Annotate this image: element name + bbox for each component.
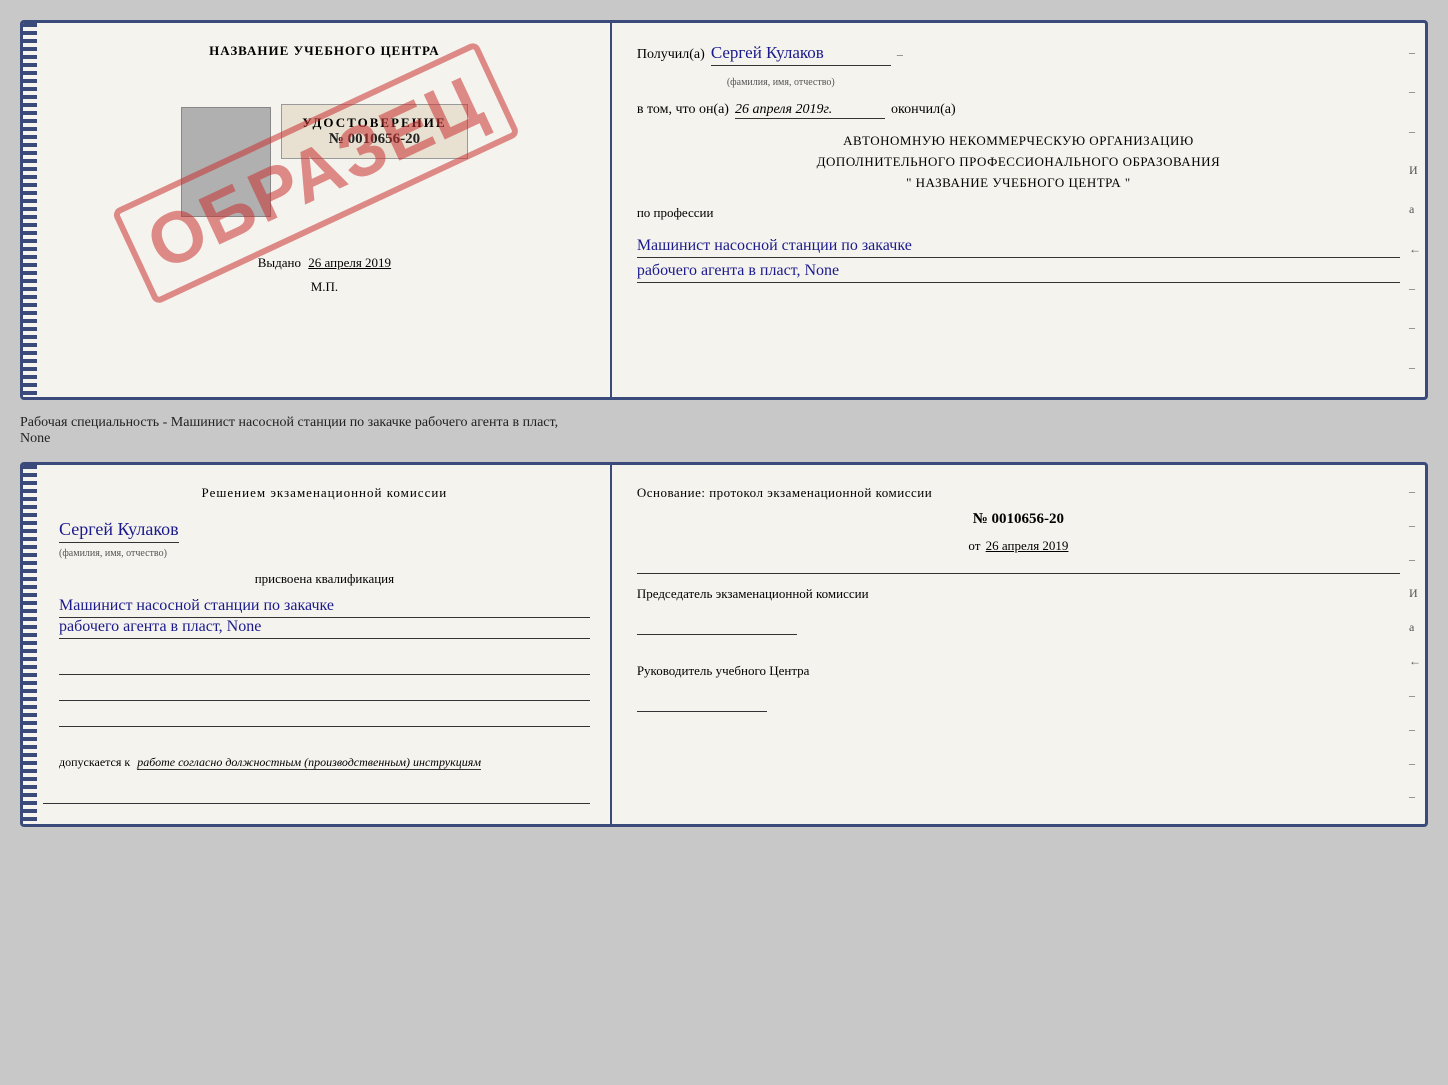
separator-line xyxy=(637,572,1400,574)
okonchil-text: окончил(а) xyxy=(891,102,956,118)
org-line3: " НАЗВАНИЕ УЧЕБНОГО ЦЕНТРА " xyxy=(637,173,1400,194)
middle-text-line1: Рабочая специальность - Машинист насосно… xyxy=(20,415,558,430)
udostoverenie-label: УДОСТОВЕРЕНИЕ xyxy=(302,115,446,131)
cert-right: Получил(а) Сергей Кулаков – (фамилия, им… xyxy=(612,23,1425,397)
bdash-7: – xyxy=(1409,688,1421,703)
dopusk-line xyxy=(43,786,590,804)
udostoverenie-block: УДОСТОВЕРЕНИЕ № 0010656-20 xyxy=(281,104,467,159)
bottom-name-block: Сергей Кулаков (фамилия, имя, отчество) xyxy=(43,519,590,561)
mp-label: М.П. xyxy=(295,279,338,295)
profession-label: по профессии xyxy=(637,205,1400,221)
poluchil-dash: – xyxy=(897,47,903,62)
bottom-kvalif-block: Машинист насосной станции по закачке раб… xyxy=(43,597,590,639)
bottom-right-dashes: – – – И а ← – – – – xyxy=(1405,465,1425,824)
org-line2: ДОПОЛНИТЕЛЬНОГО ПРОФЕССИОНАЛЬНОГО ОБРАЗО… xyxy=(637,152,1400,173)
bdash-3: – xyxy=(1409,552,1421,567)
rukovodit-block: Руководитель учебного Центра xyxy=(637,661,1400,712)
vtom-prefix: в том, что он(а) xyxy=(637,102,729,118)
profession-line1: Машинист насосной станции по закачке xyxy=(637,237,1400,258)
predsedatel-label: Председатель экзаменационной комиссии xyxy=(637,586,869,601)
vtom-line: в том, что он(а) 26 апреля 2019г. окончи… xyxy=(637,102,1400,119)
rukovodit-label: Руководитель учебного Центра xyxy=(637,663,810,678)
cert-bottom-left: Решением экзаменационной комиссии Сергей… xyxy=(23,465,612,824)
predsedatel-block: Председатель экзаменационной комиссии xyxy=(637,584,1400,635)
bdash-5: а xyxy=(1409,620,1421,635)
top-certificate: НАЗВАНИЕ УЧЕБНОГО ЦЕНТРА ОБРАЗЕЦ УДОСТОВ… xyxy=(20,20,1428,400)
dash-3: – xyxy=(1409,124,1421,139)
middle-text-line2: None xyxy=(20,431,50,446)
protocol-number: № 0010656-20 xyxy=(637,511,1400,528)
poluchil-line: Получил(а) Сергей Кулаков – xyxy=(637,43,1400,66)
poluchil-name: Сергей Кулаков xyxy=(711,43,891,66)
bottom-name: Сергей Кулаков xyxy=(59,519,179,543)
predsedatel-signature xyxy=(637,611,797,635)
dash-6: ← xyxy=(1409,242,1421,257)
vydano-line: Выдано 26 апреля 2019 xyxy=(242,245,391,271)
blank-line-1 xyxy=(59,657,590,675)
org-line1: АВТОНОМНУЮ НЕКОММЕРЧЕСКУЮ ОРГАНИЗАЦИЮ xyxy=(637,131,1400,152)
kvalif-line2: рабочего агента в пласт, None xyxy=(59,618,590,639)
bdash-10: – xyxy=(1409,789,1421,804)
dash-2: – xyxy=(1409,84,1421,99)
bdash-4: И xyxy=(1409,586,1421,601)
poluchil-prefix: Получил(а) xyxy=(637,47,705,63)
dash-8: – xyxy=(1409,320,1421,335)
komissia-title: Решением экзаменационной комиссии xyxy=(43,485,590,501)
kvalif-line1: Машинист насосной станции по закачке xyxy=(59,597,590,618)
bdash-9: – xyxy=(1409,756,1421,771)
dash-7: – xyxy=(1409,281,1421,296)
underlines-block xyxy=(43,657,590,735)
osnov-title: Основание: протокол экзаменационной коми… xyxy=(637,485,1400,501)
bdash-6: ← xyxy=(1409,654,1421,669)
name-hint-text: (фамилия, имя, отчество) xyxy=(727,77,835,88)
name-hint-top: (фамилия, имя, отчество) xyxy=(727,72,1400,90)
bdash-1: – xyxy=(1409,484,1421,499)
cert-top-title: НАЗВАНИЕ УЧЕБНОГО ЦЕНТРА xyxy=(193,43,440,59)
cert-left: НАЗВАНИЕ УЧЕБНОГО ЦЕНТРА ОБРАЗЕЦ УДОСТОВ… xyxy=(23,23,612,397)
bottom-certificate: Решением экзаменационной комиссии Сергей… xyxy=(20,462,1428,827)
dash-5: а xyxy=(1409,202,1421,217)
vydano-prefix: Выдано xyxy=(258,255,301,270)
dash-9: – xyxy=(1409,360,1421,375)
right-dashes: – – – И а ← – – – xyxy=(1405,23,1425,397)
vydano-date: 26 апреля 2019 xyxy=(308,255,391,270)
dopuskaetsya-block: допускается к работе согласно должностны… xyxy=(43,745,590,770)
middle-text: Рабочая специальность - Машинист насосно… xyxy=(20,410,1428,452)
dopusk-prefix: допускается к xyxy=(59,755,130,769)
cert-bottom-right: Основание: протокол экзаменационной коми… xyxy=(612,465,1425,824)
dash-1: – xyxy=(1409,45,1421,60)
left-border-pattern-bottom xyxy=(23,465,37,824)
profession-lines: Машинист насосной станции по закачке раб… xyxy=(637,233,1400,283)
blank-line-3 xyxy=(59,709,590,727)
photo-placeholder xyxy=(181,107,271,217)
udostoverenie-number: № 0010656-20 xyxy=(302,131,446,148)
protocol-date-prefix: от xyxy=(968,538,980,553)
rukovodit-signature xyxy=(637,688,767,712)
profession-line2: рабочего агента в пласт, None xyxy=(637,262,1400,283)
vtom-date: 26 апреля 2019г. xyxy=(735,102,885,119)
left-border-pattern xyxy=(23,23,37,397)
dash-4: И xyxy=(1409,163,1421,178)
bottom-name-hint: (фамилия, имя, отчество) xyxy=(59,548,167,559)
org-block: АВТОНОМНУЮ НЕКОММЕРЧЕСКУЮ ОРГАНИЗАЦИЮ ДО… xyxy=(637,131,1400,193)
blank-line-2 xyxy=(59,683,590,701)
protocol-date: от 26 апреля 2019 xyxy=(637,538,1400,554)
bdash-2: – xyxy=(1409,518,1421,533)
protocol-date-value: 26 апреля 2019 xyxy=(986,538,1069,553)
document-container: НАЗВАНИЕ УЧЕБНОГО ЦЕНТРА ОБРАЗЕЦ УДОСТОВ… xyxy=(20,20,1428,827)
bdash-8: – xyxy=(1409,722,1421,737)
dopusk-text: работе согласно должностным (производств… xyxy=(137,755,481,770)
prisvoena-label: присвоена квалификация xyxy=(43,571,590,587)
